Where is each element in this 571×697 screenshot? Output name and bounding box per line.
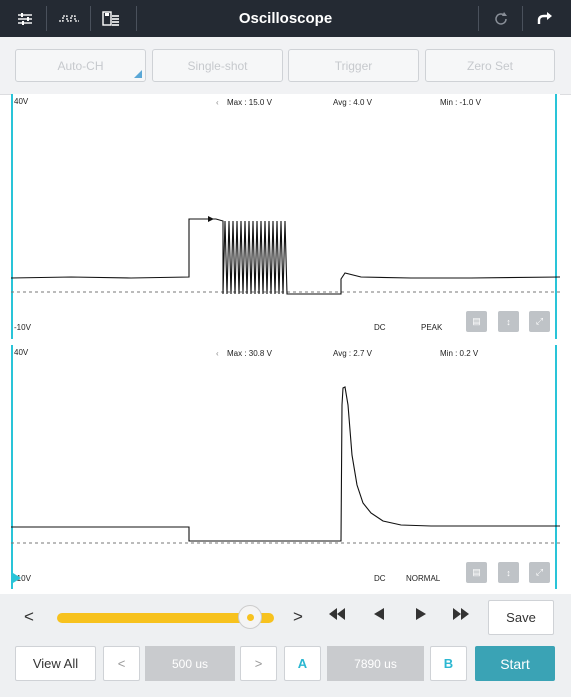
bottom-controls: View All < 500 us > A 7890 us B Start (0, 640, 571, 697)
start-label: Start (500, 655, 530, 672)
channel2-coupling: DC (374, 574, 386, 583)
timebase-label: 500 us (171, 656, 209, 671)
timebase-decrease-label: < (117, 656, 126, 671)
trigger-label: Trigger (334, 58, 373, 73)
channel1-min: Min : -1.0 V (440, 98, 481, 107)
panel-settings-icon: ▤ (472, 567, 481, 577)
separator (90, 6, 91, 31)
prev-button[interactable]: < (24, 607, 34, 627)
expand-icon: ⤢ (535, 316, 544, 326)
expand-icon: ⤢ (535, 567, 544, 577)
channel1-coupling: DC (374, 323, 386, 332)
channel1-expand-button[interactable]: ⤢ (529, 311, 550, 332)
channel2-max: Max : 30.8 V (227, 349, 272, 358)
separator (478, 6, 479, 31)
channel1-bottom-scale: -10V (14, 323, 31, 332)
timebase-decrease-button[interactable]: < (103, 646, 140, 681)
title-bar: Oscilloscope (0, 0, 571, 37)
channel1-max: Max : 15.0 V (227, 98, 272, 107)
cursor-b-label: B (443, 656, 454, 671)
start-button[interactable]: Start (475, 646, 555, 681)
auto-ch-label: Auto-CH (57, 58, 104, 73)
channel1-top-scale: 40V (14, 97, 29, 106)
vertical-arrows-icon: ↕ (506, 567, 511, 578)
save-label: Save (506, 610, 536, 625)
cursor-value-label: 7890 us (354, 656, 397, 671)
channel2-min: Min : 0.2 V (440, 349, 479, 358)
dropdown-corner-icon (134, 70, 142, 78)
single-shot-label: Single-shot (187, 58, 248, 73)
zero-set-button[interactable]: Zero Set (425, 49, 555, 82)
channel2-settings-button[interactable]: ▤ (466, 562, 487, 583)
channel1-waveform (11, 216, 560, 295)
view-all-label: View All (32, 656, 79, 671)
cursor-a-button[interactable]: A (284, 646, 321, 681)
slider-thumb-dot (246, 613, 254, 621)
trigger-button[interactable]: Trigger (288, 49, 419, 82)
waveform-icon[interactable] (52, 0, 86, 37)
view-all-button[interactable]: View All (15, 646, 96, 681)
separator (136, 6, 137, 31)
separator (46, 6, 47, 31)
channel2-top-scale: 40V (14, 348, 29, 357)
channel1-mode: PEAK (421, 323, 443, 332)
channel2-scale-button[interactable]: ↕ (498, 562, 519, 583)
channel2-scroll-left-icon[interactable]: ‹ (216, 349, 219, 358)
settings-sliders-icon[interactable] (8, 0, 42, 37)
refresh-icon[interactable] (484, 0, 518, 37)
undo-icon[interactable] (527, 0, 561, 37)
playback-bar: < > Save (0, 594, 571, 640)
channel1-settings-button[interactable]: ▤ (466, 311, 487, 332)
auto-ch-button[interactable]: Auto-CH (15, 49, 146, 82)
toolbar: Auto-CH Single-shot Trigger Zero Set (0, 37, 571, 95)
step-forward-icon[interactable] (415, 607, 427, 624)
save-file-icon[interactable] (94, 0, 128, 37)
timebase-value: 500 us (145, 646, 235, 681)
rewind-icon[interactable] (328, 607, 346, 624)
timebase-increase-button[interactable]: > (240, 646, 277, 681)
cursor-value: 7890 us (327, 646, 424, 681)
channel2-zero-marker-icon[interactable] (13, 573, 21, 583)
playback-slider-thumb[interactable] (238, 605, 263, 629)
next-button[interactable]: > (293, 607, 303, 627)
channel1-avg: Avg : 4.0 V (333, 98, 372, 107)
fast-forward-icon[interactable] (452, 607, 470, 624)
separator (522, 6, 523, 31)
timebase-increase-label: > (254, 656, 263, 671)
step-back-icon[interactable] (373, 607, 385, 624)
vertical-arrows-icon: ↕ (506, 316, 511, 327)
channel2-expand-button[interactable]: ⤢ (529, 562, 550, 583)
channel1-panel[interactable]: 40V ‹ Max : 15.0 V Avg : 4.0 V Min : -1.… (11, 94, 560, 339)
cursor-b-button[interactable]: B (430, 646, 467, 681)
channel2-mode: NORMAL (406, 574, 441, 583)
channel2-panel[interactable]: 40V ‹ Max : 30.8 V Avg : 2.7 V Min : 0.2… (11, 345, 560, 589)
single-shot-button[interactable]: Single-shot (152, 49, 283, 82)
channel2-waveform (11, 386, 560, 544)
save-button[interactable]: Save (488, 600, 554, 635)
panel-settings-icon: ▤ (472, 316, 481, 326)
channel2-avg: Avg : 2.7 V (333, 349, 372, 358)
channel1-scale-button[interactable]: ↕ (498, 311, 519, 332)
zero-set-label: Zero Set (466, 58, 514, 73)
cursor-a-label: A (297, 656, 308, 671)
channel1-scroll-left-icon[interactable]: ‹ (216, 98, 219, 107)
